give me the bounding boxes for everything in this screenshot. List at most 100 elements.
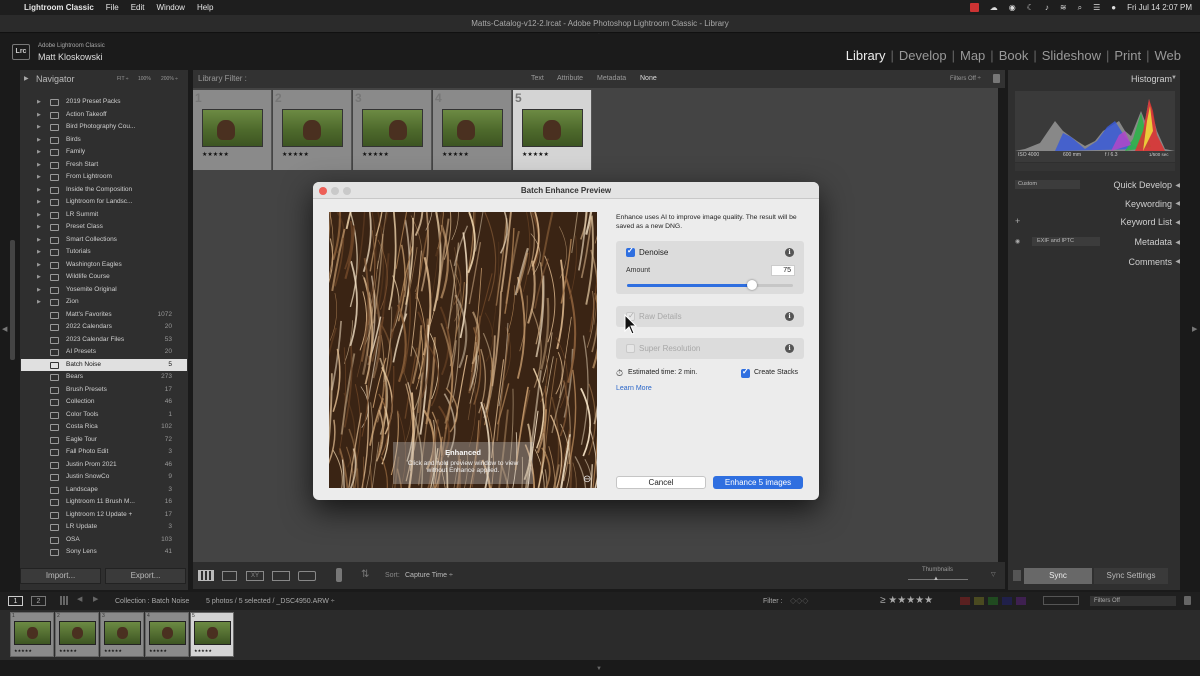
module-map[interactable]: Map [955,48,990,63]
collection-item[interactable]: Sony Lens 41 [21,546,187,559]
photo-thumbnail[interactable] [362,109,423,147]
export-button[interactable]: Export... [105,568,186,584]
keywording-header[interactable]: Keywording [1125,199,1172,209]
quick-develop-header[interactable]: Quick Develop [1113,180,1172,190]
module-print[interactable]: Print [1109,48,1146,63]
collection-item[interactable]: ▶ Washington Eagles [21,259,187,272]
menu-window[interactable]: Window [156,3,184,12]
filmstrip-thumbnail[interactable]: 1 ★★★★★ [10,612,54,657]
back-arrow-icon[interactable]: ◀ [77,595,82,603]
module-develop[interactable]: Develop [894,48,952,63]
color-label-filter[interactable] [960,597,1030,605]
sync-settings-button[interactable]: Sync Settings [1094,568,1168,584]
keyword-list-header[interactable]: Keyword List [1120,217,1172,227]
keywording-toggle-icon[interactable]: ◀ [1175,200,1180,207]
collection-item[interactable]: Matt's Favorites 1072 [21,309,187,322]
expand-triangle-icon[interactable]: ▶ [37,121,41,134]
collection-item[interactable]: Landscape 3 [21,484,187,497]
grid-cell[interactable]: 2 ★★★★★ [273,90,352,170]
histogram-header[interactable]: Histogram [1131,74,1172,84]
close-window-icon[interactable] [319,187,327,195]
grid-jump-icon[interactable] [60,596,69,605]
metadata-header[interactable]: Metadata [1134,237,1172,247]
collection-item[interactable]: ▶ Tutorials [21,246,187,259]
collection-item[interactable]: ▶ Fresh Start [21,159,187,172]
grid-cell[interactable]: 4 ★★★★★ [433,90,512,170]
sort-select[interactable]: Capture Time ÷ [405,572,453,579]
enhance-preview-image[interactable]: Enhanced Click and hold preview window t… [329,212,597,488]
collection-item[interactable]: ▶ Zion [21,296,187,309]
expand-triangle-icon[interactable]: ▶ [37,184,41,197]
comments-header[interactable]: Comments [1128,257,1172,267]
filter-tab-none[interactable]: None [640,75,657,82]
expand-triangle-icon[interactable]: ▶ [37,209,41,222]
grid-cell[interactable]: 1 ★★★★★ [193,90,272,170]
expand-triangle-icon[interactable]: ▶ [37,109,41,122]
collection-item[interactable]: LR Update 3 [21,521,187,534]
collection-item[interactable]: ▶ Smart Collections [21,234,187,247]
expand-triangle-icon[interactable]: ▶ [37,296,41,309]
sync-button[interactable]: Sync [1024,568,1092,584]
expand-triangle-icon[interactable]: ▶ [37,259,41,272]
expand-triangle-icon[interactable]: ▶ [37,246,41,259]
spotlight-icon[interactable]: ⌕ [1078,3,1082,13]
photo-thumbnail[interactable] [442,109,503,147]
collection-item[interactable]: Fall Photo Edit 3 [21,446,187,459]
expand-triangle-icon[interactable]: ▶ [37,196,41,209]
collection-item[interactable]: Color Tools 1 [21,409,187,422]
collection-item[interactable]: ▶ Inside the Composition [21,184,187,197]
create-stacks-checkbox[interactable] [741,367,750,378]
survey-view-icon[interactable] [272,571,290,581]
control-center-icon[interactable]: ☰ [1093,3,1100,12]
comments-toggle-icon[interactable]: ◀ [1175,258,1180,265]
zoom-200[interactable]: 200% ÷ [161,76,178,82]
collection-item[interactable]: Lightroom 11 Brush M... 16 [21,496,187,509]
filter-status[interactable]: Filters Off ÷ [950,76,981,82]
filmstrip-thumbnail[interactable]: 3 ★★★★★ [100,612,144,657]
module-book[interactable]: Book [994,48,1034,63]
filmstrip-lock-icon[interactable] [1184,596,1191,605]
collection-item[interactable]: ▶ From Lightroom [21,171,187,184]
collection-item[interactable]: Eagle Tour 72 [21,434,187,447]
metadata-eye-icon[interactable]: ◉ [1015,238,1020,245]
metadata-toggle-icon[interactable]: ◀ [1175,239,1180,246]
right-panel-toggle-icon[interactable]: ▶ [1192,325,1197,333]
module-web[interactable]: Web [1150,48,1187,63]
collection-item[interactable]: ▶ Wildlife Course [21,271,187,284]
photo-thumbnail[interactable] [282,109,343,147]
expand-triangle-icon[interactable]: ▶ [37,171,41,184]
record-icon[interactable] [969,3,979,12]
filmstrip-source[interactable]: Collection : Batch Noise [115,598,189,605]
expand-triangle-icon[interactable]: ▶ [37,146,41,159]
zoom-fit[interactable]: FIT ÷ [117,76,129,82]
filmstrip-thumbnail[interactable]: 2 ★★★★★ [55,612,99,657]
bell-icon[interactable]: ♪ [1045,3,1049,12]
filmstrip-selection-info[interactable]: 5 photos / 5 selected / _DSC4950.ARW ÷ [206,598,335,605]
painter-icon[interactable] [336,568,342,582]
app-menu[interactable]: Lightroom Classic [24,3,94,12]
denoise-info-icon[interactable]: i [785,248,794,257]
collection-item[interactable]: Bears 273 [21,371,187,384]
histogram-toggle-icon[interactable]: ▼ [1171,75,1177,81]
super-resolution-info-icon[interactable]: i [785,344,794,353]
collection-item[interactable]: Justin Prom 2021 46 [21,459,187,472]
cancel-button[interactable]: Cancel [616,476,706,489]
collection-item[interactable]: Collection 46 [21,396,187,409]
saved-preset-select[interactable]: Custom [1015,180,1080,189]
grid-view-icon[interactable] [198,570,214,581]
cloud-icon[interactable]: ☁ [990,3,998,12]
grid-cell[interactable]: 5 ★★★★★ [513,90,592,170]
collection-item[interactable]: 2023 Calendar Files 53 [21,334,187,347]
menu-file[interactable]: File [106,3,119,12]
super-resolution-checkbox[interactable] [626,344,635,353]
navigator-toggle-icon[interactable]: ▶ [24,75,29,82]
filter-tab-attribute[interactable]: Attribute [557,75,583,82]
denoise-checkbox[interactable] [626,246,635,257]
collection-item[interactable]: Justin SnowCo 9 [21,471,187,484]
collection-item[interactable]: ▶ Bird Photography Cou... [21,121,187,134]
filter-presets-icon[interactable] [1043,596,1079,605]
collection-item[interactable]: 2022 Calendars 20 [21,321,187,334]
star-rating[interactable]: ★★★★★ [202,151,229,158]
module-slideshow[interactable]: Slideshow [1037,48,1106,63]
thumbnail-slider-knob[interactable]: ▲ [933,576,939,582]
